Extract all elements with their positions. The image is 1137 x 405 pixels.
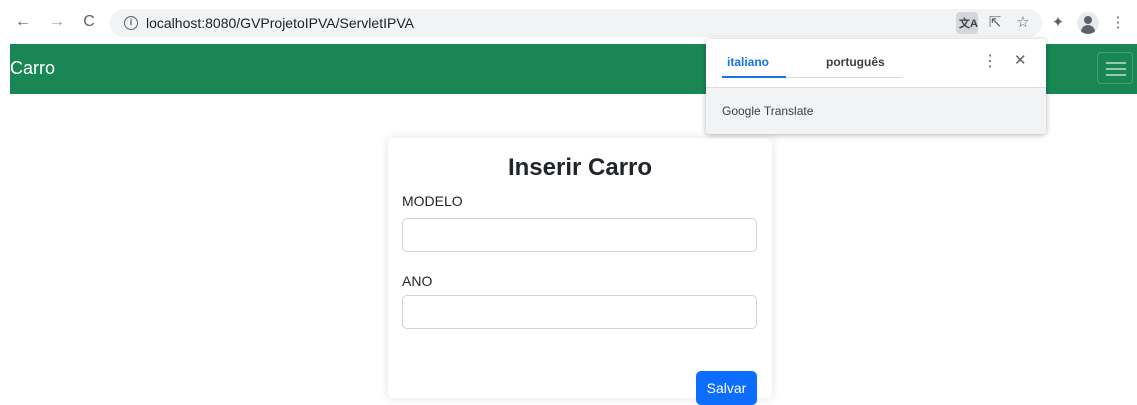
profile-avatar-icon[interactable] [1077,12,1099,34]
popup-footer: Google Translate [706,87,1046,134]
translate-icon[interactable]: 文A [956,12,978,34]
translate-popup: italiano português ⋮ ✕ Google Translate [706,39,1046,134]
hamburger-line [1106,68,1126,70]
google-translate-label: Google Translate [722,104,814,118]
bookmark-star-icon[interactable]: ☆ [1012,12,1034,34]
close-icon[interactable]: ✕ [1014,51,1027,69]
address-bar[interactable]: i localhost:8080/GVProjetoIPVA/ServletIP… [110,9,1042,37]
ano-input[interactable] [402,295,757,329]
browser-actions: ✦ ⋮ [1047,9,1137,37]
extensions-icon[interactable]: ✦ [1047,9,1069,37]
browser-toolbar: ← → C i localhost:8080/GVProjetoIPVA/Ser… [0,0,1137,44]
ano-label: ANO [402,273,433,289]
hamburger-line [1106,74,1126,76]
modelo-label: MODELO [402,193,463,209]
save-button[interactable]: Salvar [696,371,757,405]
tab-italiano[interactable]: italiano [727,55,769,69]
navbar-brand[interactable]: Carro [10,58,55,79]
forward-icon[interactable]: → [48,13,66,31]
modelo-input[interactable] [402,218,757,252]
insert-car-card: Inserir Carro MODELO ANO Salvar [388,138,772,405]
back-icon[interactable]: ← [14,13,32,31]
more-options-icon[interactable]: ⋮ [982,51,998,71]
browser-menu-icon[interactable]: ⋮ [1107,9,1129,37]
active-tab-indicator [722,76,786,78]
hamburger-menu-icon[interactable] [1097,52,1133,84]
hamburger-line [1106,62,1126,64]
translate-glyph: 文A [959,18,978,30]
address-bar-actions: 文A ⇱ ☆ [956,12,1034,34]
share-icon[interactable]: ⇱ [984,12,1006,34]
tab-portugues[interactable]: português [826,55,885,69]
reload-icon[interactable]: C [80,13,98,31]
url-text[interactable]: localhost:8080/GVProjetoIPVA/ServletIPVA [146,15,414,31]
form-title: Inserir Carro [507,154,653,181]
site-info-icon[interactable]: i [124,16,138,30]
